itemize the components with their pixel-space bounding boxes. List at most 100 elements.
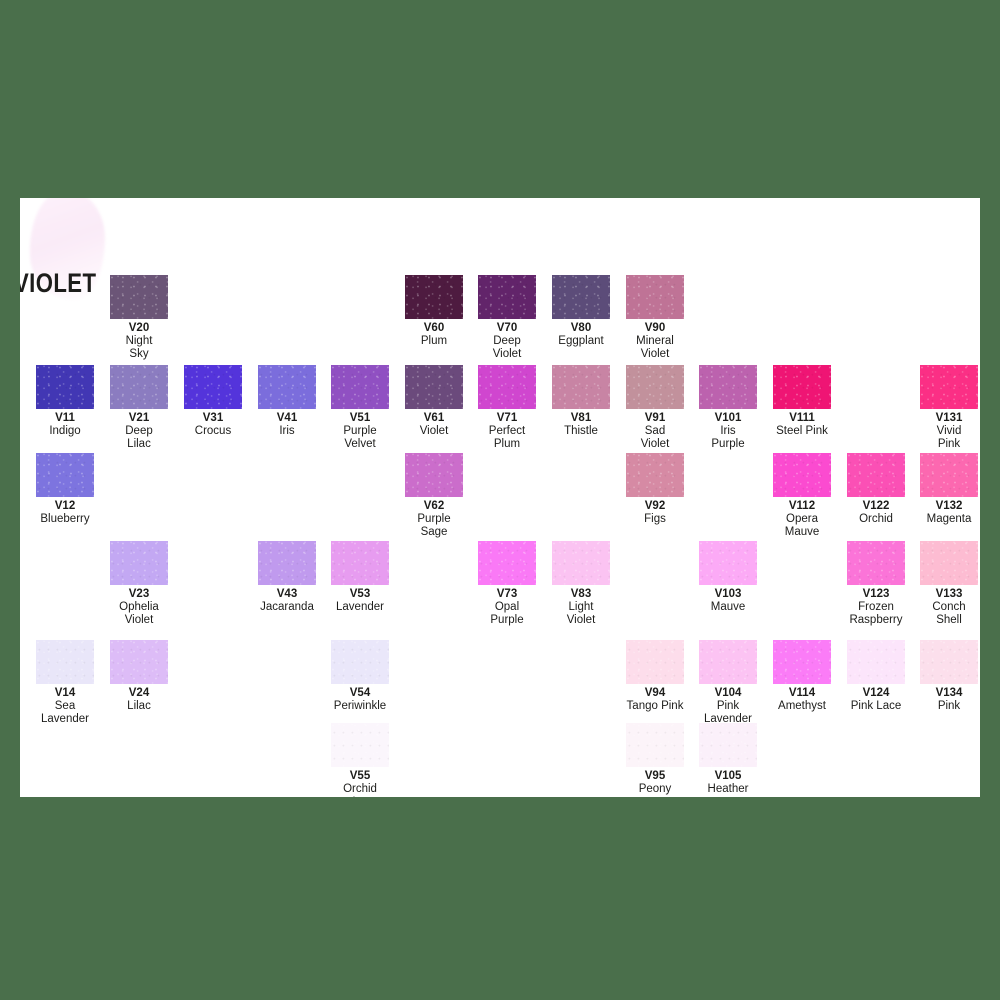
swatch-code: V73: [496, 588, 518, 600]
swatch-name: Jacaranda: [260, 601, 314, 613]
color-swatch: [331, 640, 389, 684]
swatch-cell[interactable]: V55Orchid Ice: [331, 723, 389, 797]
color-swatch: [699, 640, 757, 684]
swatch-cell[interactable]: V94 Tango Pink: [626, 640, 684, 713]
swatch-code: V105: [714, 770, 742, 782]
swatch-cell[interactable]: V124 Pink Lace: [847, 640, 905, 713]
swatch-name: Steel Pink: [776, 425, 828, 437]
swatch-code: V91: [644, 412, 666, 424]
color-swatch: [920, 640, 978, 684]
swatch-cell[interactable]: V71 Perfect Plum: [478, 365, 536, 451]
swatch-code: V54: [349, 687, 371, 699]
swatch-code: V124: [862, 687, 890, 699]
swatch-name: Lavender: [336, 601, 384, 613]
swatch-cell[interactable]: V105 Heather: [699, 723, 757, 796]
swatch-cell[interactable]: V134 Pink: [920, 640, 978, 713]
swatch-name: Iris: [279, 425, 295, 437]
color-swatch: [626, 275, 684, 319]
swatch-name: Iris Purple: [711, 425, 745, 450]
swatch-cell[interactable]: V31 Crocus: [184, 365, 242, 438]
swatch-code: V92: [644, 500, 666, 512]
swatch-name: Purple Velvet: [343, 425, 377, 450]
color-swatch: [36, 453, 94, 497]
swatch-name: Deep Violet: [492, 335, 522, 360]
swatch-cell[interactable]: V132 Magenta: [920, 453, 978, 526]
swatch-name: Indigo: [49, 425, 81, 437]
swatch-name: Pink: [937, 700, 961, 712]
color-swatch: [552, 365, 610, 409]
color-swatch: [699, 723, 757, 767]
swatch-name: Blueberry: [40, 513, 90, 525]
swatch-cell[interactable]: V70 Deep Violet: [478, 275, 536, 361]
swatch-name: Eggplant: [558, 335, 604, 347]
swatch-code: V55: [349, 770, 371, 782]
swatch-cell[interactable]: V61 Violet: [405, 365, 463, 438]
swatch-code: V60: [423, 322, 445, 334]
swatch-code: V83: [570, 588, 592, 600]
swatch-cell[interactable]: V23 Ophelia Violet: [110, 541, 168, 627]
swatch-code: V81: [570, 412, 592, 424]
color-swatch: [478, 365, 536, 409]
swatch-cell[interactable]: V95 Peony: [626, 723, 684, 796]
swatch-code: V104: [714, 687, 742, 699]
swatch-cell[interactable]: V90 Mineral Violet: [626, 275, 684, 361]
swatch-name: Tango Pink: [626, 700, 684, 712]
swatch-code: V31: [202, 412, 224, 424]
swatch-code: V95: [644, 770, 666, 782]
swatch-code: V132: [935, 500, 963, 512]
swatch-cell[interactable]: V103 Mauve: [699, 541, 757, 614]
swatch-cell[interactable]: V62 Purple Sage: [405, 453, 463, 539]
swatch-name: Pink Lace: [850, 700, 902, 712]
swatch-code: V101: [714, 412, 742, 424]
color-swatch: [258, 365, 316, 409]
color-swatch: [331, 541, 389, 585]
swatch-name: Orchid Ice: [343, 783, 377, 797]
swatch-name: Opera Mauve: [784, 513, 820, 538]
swatch-name: Mauve: [710, 601, 746, 613]
swatch-name: Perfect Plum: [488, 425, 526, 450]
color-swatch: [920, 365, 978, 409]
swatch-cell[interactable]: V101 Iris Purple: [699, 365, 757, 451]
swatch-cell[interactable]: V112 Opera Mauve: [773, 453, 831, 539]
swatch-name: Sea Lavender: [41, 700, 89, 725]
swatch-cell[interactable]: V81 Thistle: [552, 365, 610, 438]
color-swatch: [552, 275, 610, 319]
swatch-cell[interactable]: V73 Opal Purple: [478, 541, 536, 627]
color-swatch: [626, 723, 684, 767]
swatch-code: V80: [570, 322, 592, 334]
swatch-cell[interactable]: V122 Orchid: [847, 453, 905, 526]
swatch-cell[interactable]: V53 Lavender: [331, 541, 389, 614]
swatch-cell[interactable]: V14 Sea Lavender: [36, 640, 94, 726]
color-swatch: [331, 723, 389, 767]
swatch-cell[interactable]: V12 Blueberry: [36, 453, 94, 526]
swatch-cell[interactable]: V92 Figs: [626, 453, 684, 526]
swatch-code: V62: [423, 500, 445, 512]
swatch-name: Purple Sage: [417, 513, 451, 538]
swatch-code: V24: [128, 687, 150, 699]
swatch-cell[interactable]: V131 Vivid Pink: [920, 365, 978, 451]
swatch-cell[interactable]: V54 Periwinkle: [331, 640, 389, 713]
swatch-code: V134: [935, 687, 963, 699]
swatch-cell[interactable]: V80 Eggplant: [552, 275, 610, 348]
swatch-cell[interactable]: V123 Frozen Raspberry: [847, 541, 905, 627]
swatch-cell[interactable]: V111 Steel Pink: [773, 365, 831, 438]
swatch-cell[interactable]: V114 Amethyst: [773, 640, 831, 713]
swatch-code: V90: [644, 322, 666, 334]
swatch-name: Crocus: [194, 425, 232, 437]
color-swatch: [773, 365, 831, 409]
swatch-cell[interactable]: V91 Sad Violet: [626, 365, 684, 451]
swatch-cell[interactable]: V133 Conch Shell: [920, 541, 978, 627]
swatch-cell[interactable]: V43 Jacaranda: [258, 541, 316, 614]
swatch-cell[interactable]: V24 Lilac: [110, 640, 168, 713]
swatch-cell[interactable]: V41 Iris: [258, 365, 316, 438]
swatch-name: Conch Shell: [932, 601, 966, 626]
swatch-cell[interactable]: V60 Plum: [405, 275, 463, 348]
color-swatch: [405, 275, 463, 319]
swatch-cell[interactable]: V83 Light Violet: [552, 541, 610, 627]
swatch-cell[interactable]: V21 Deep Lilac: [110, 365, 168, 451]
swatch-cell[interactable]: V51 Purple Velvet: [331, 365, 389, 451]
swatch-cell[interactable]: V104 Pink Lavender: [699, 640, 757, 726]
swatch-cell[interactable]: V11 Indigo: [36, 365, 94, 438]
swatch-code: V41: [276, 412, 298, 424]
swatch-cell[interactable]: V20 Night Sky: [110, 275, 168, 361]
